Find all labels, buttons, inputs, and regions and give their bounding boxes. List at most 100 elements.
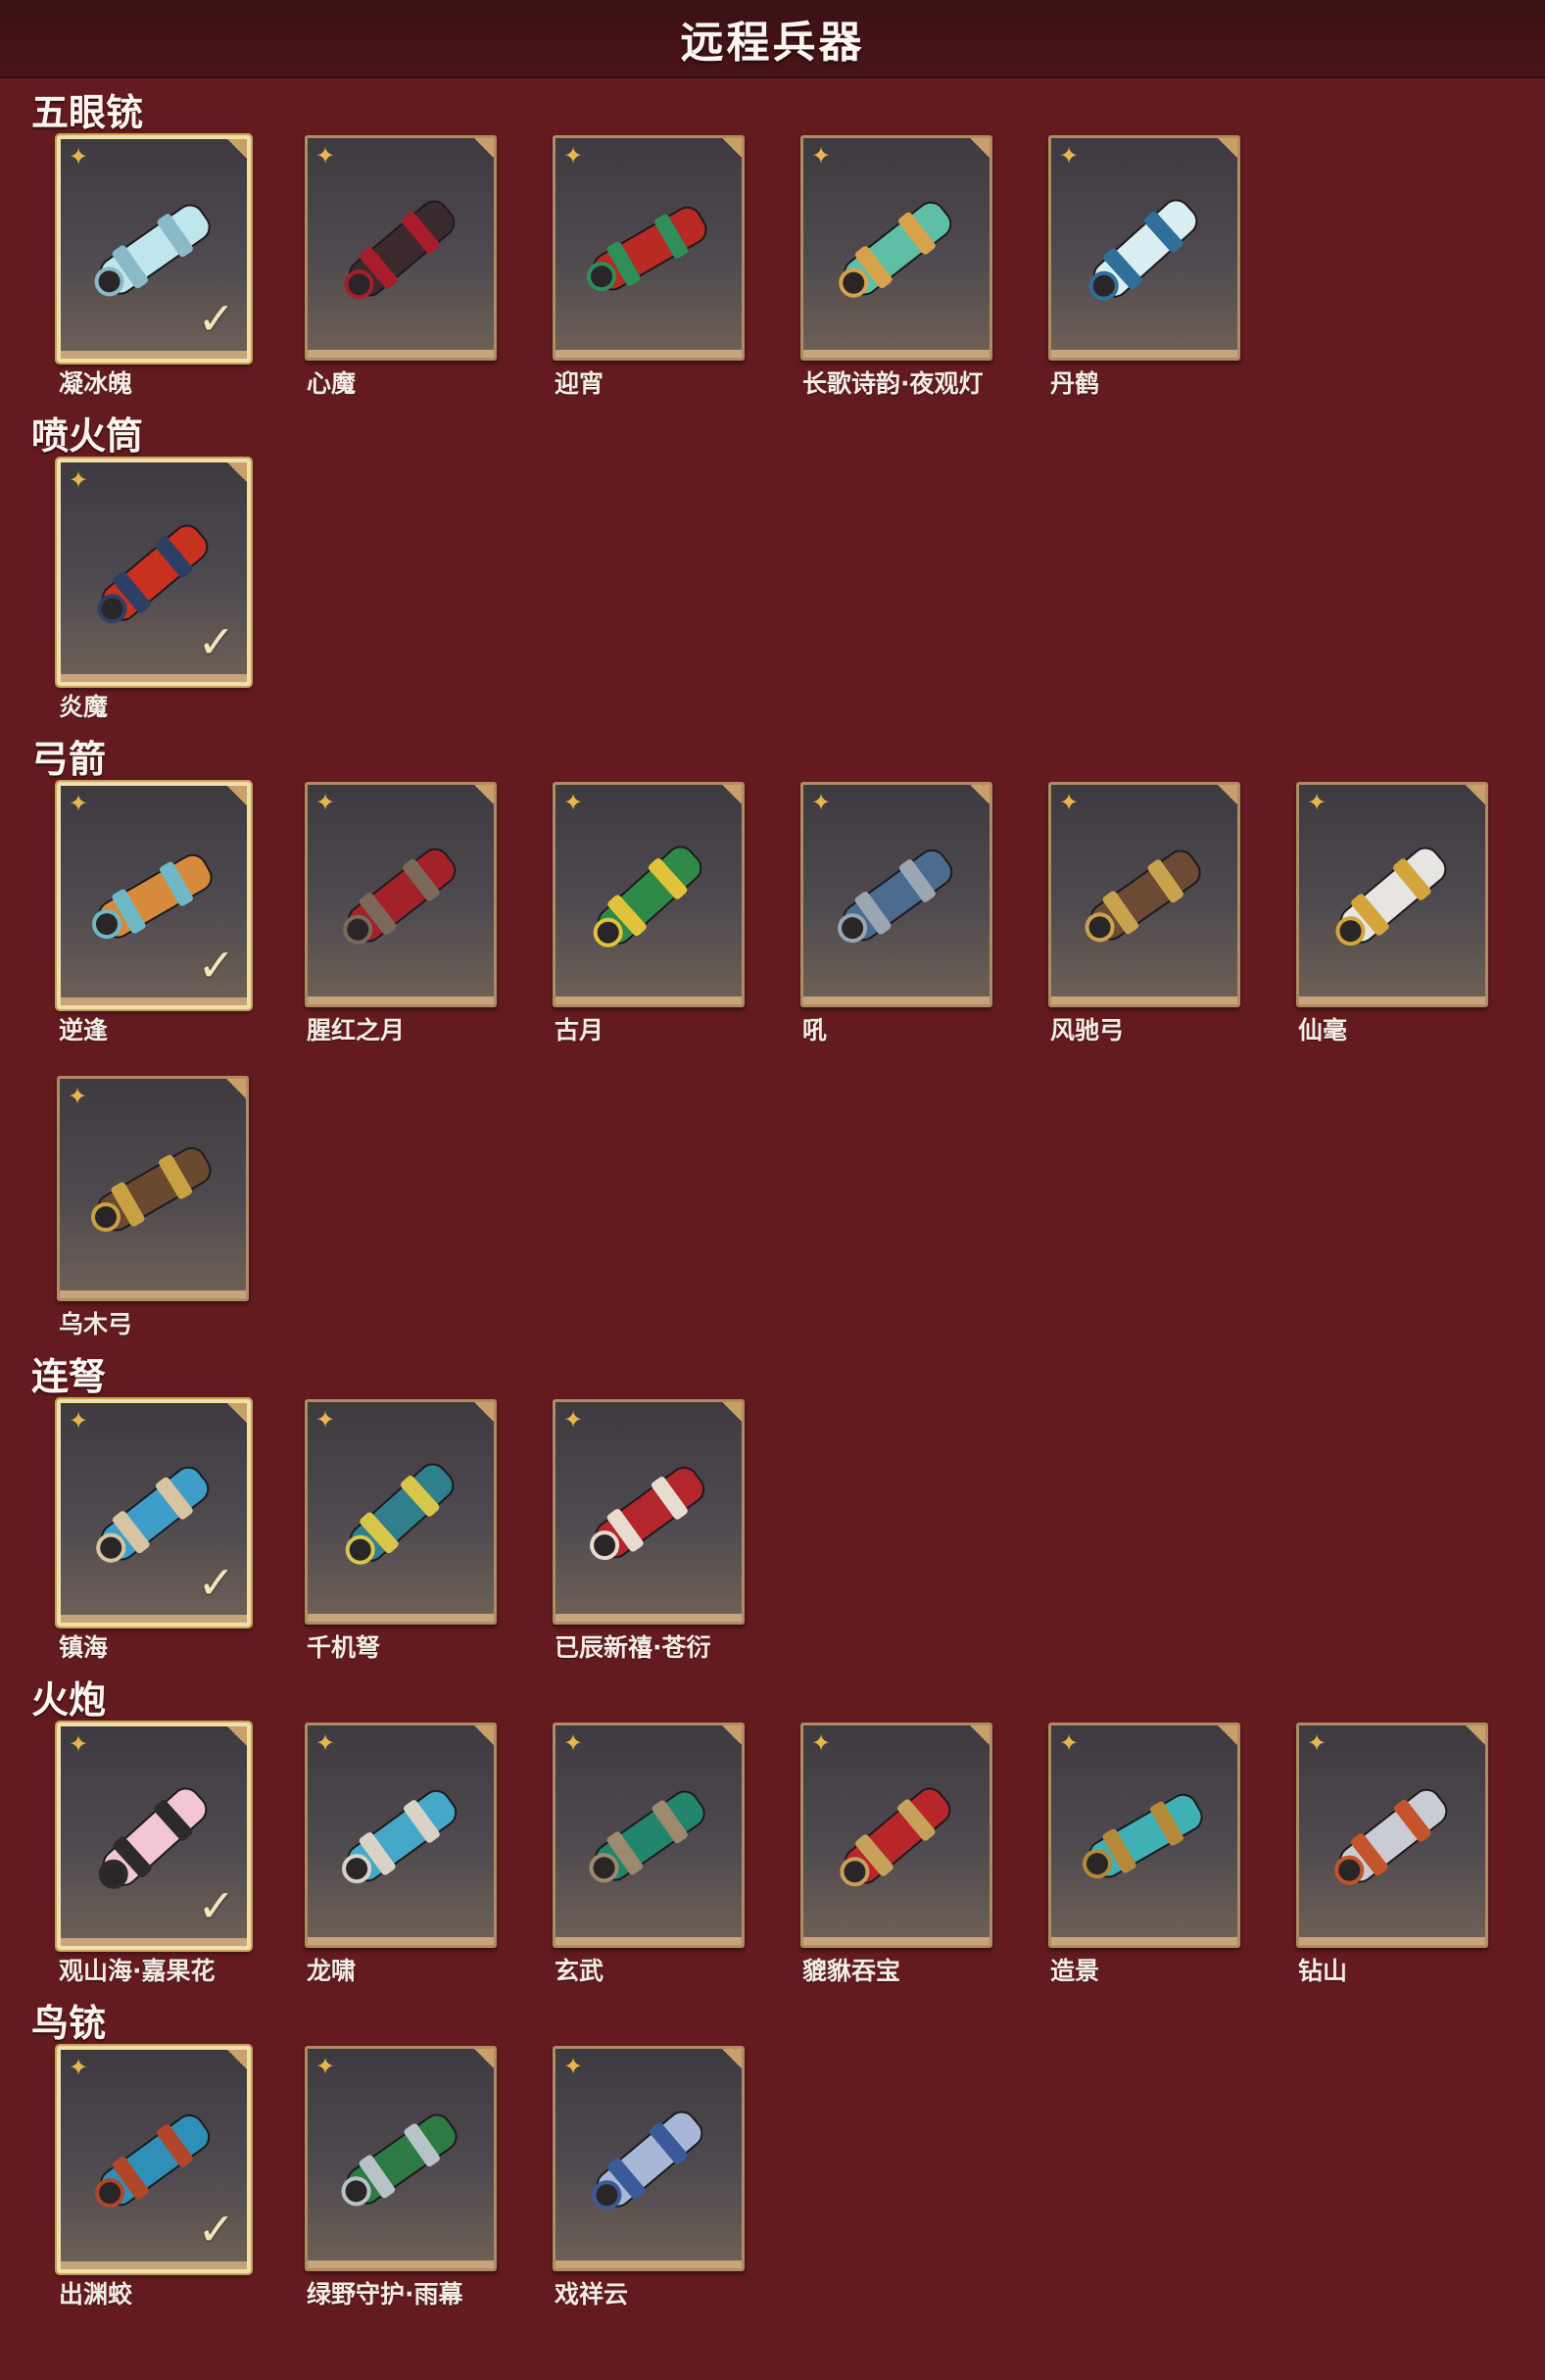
weapon-card[interactable]: ✦ <box>553 135 745 361</box>
checkmark-icon: ✓ <box>197 1556 235 1609</box>
weapon-card[interactable]: ✦ <box>1048 135 1240 361</box>
weapon-item[interactable]: ✦ 玄武 <box>553 1723 745 1985</box>
weapon-card[interactable]: ✦ <box>57 1076 249 1301</box>
weapon-name: 腥红之月 <box>307 1016 406 1044</box>
weapon-card[interactable]: ✦ <box>1048 782 1240 1007</box>
weapon-card[interactable]: ✦ <box>305 2046 497 2271</box>
weapon-item[interactable]: ✦ ✓ 逆逢 <box>57 782 251 1044</box>
rarity-star-icon: ✦ <box>69 1730 89 1758</box>
weapon-name: 吼 <box>802 1016 828 1044</box>
corner-fold-icon <box>474 785 494 804</box>
weapon-item[interactable]: ✦ 迎宵 <box>553 135 745 398</box>
corner-fold-icon <box>1218 138 1237 158</box>
rarity-star-icon: ✦ <box>563 2053 584 2080</box>
weapon-art <box>342 1789 458 1884</box>
rarity-star-icon: ✦ <box>315 789 336 816</box>
section-title: 鸟铳 <box>31 2002 107 2045</box>
weapon-card[interactable]: ✦ <box>305 782 497 1007</box>
weapon-item[interactable]: ✦ ✓ 炎魔 <box>57 459 251 721</box>
corner-fold-icon <box>474 1725 494 1745</box>
weapon-name: 炎魔 <box>59 693 109 721</box>
weapon-art <box>838 849 953 944</box>
corner-fold-icon <box>970 785 990 804</box>
weapon-item[interactable]: ✦ ✓ 镇海 <box>57 1399 251 1662</box>
weapon-card[interactable]: ✦ <box>1296 1723 1488 1948</box>
rarity-star-icon: ✦ <box>68 1083 88 1110</box>
rarity-star-icon: ✦ <box>1059 789 1080 816</box>
weapon-art <box>840 1787 951 1887</box>
weapon-item[interactable]: ✦ 造景 <box>1048 1723 1240 1985</box>
weapon-item[interactable]: ✦ 绿野守护·雨幕 <box>305 2046 497 2308</box>
weapon-name: 长歌诗韵·夜观灯 <box>802 369 984 398</box>
weapon-card[interactable]: ✦ <box>305 1399 497 1625</box>
weapon-item[interactable]: ✦ 钻山 <box>1296 1723 1488 1985</box>
weapon-art <box>592 2111 703 2210</box>
weapon-card[interactable]: ✦ <box>1296 782 1488 1007</box>
weapon-card[interactable]: ✦ ✓ <box>57 459 251 686</box>
weapon-name: 玄武 <box>555 1957 604 1985</box>
corner-fold-icon <box>722 1725 742 1745</box>
checkmark-icon: ✓ <box>197 292 235 345</box>
weapon-card[interactable]: ✦ ✓ <box>57 782 251 1009</box>
weapon-item[interactable]: ✦ 腥红之月 <box>305 782 497 1044</box>
weapon-name: 逆逢 <box>59 1016 109 1044</box>
weapon-item[interactable]: ✦ 戏祥云 <box>553 2046 745 2308</box>
weapon-item[interactable]: ✦ ✓ 观山海·嘉果花 <box>57 1723 251 1985</box>
rarity-star-icon: ✦ <box>1059 1729 1080 1757</box>
corner-fold-icon <box>970 138 990 158</box>
weapon-item[interactable]: ✦ 乌木弓 <box>57 1076 249 1338</box>
weapon-art <box>345 1463 455 1565</box>
weapon-item[interactable]: ✦ 已辰新禧·苍衍 <box>553 1399 745 1662</box>
section-title: 五眼铳 <box>31 91 144 134</box>
weapon-name: 造景 <box>1050 1957 1100 1985</box>
weapon-name: 镇海 <box>59 1633 109 1662</box>
weapon-card[interactable]: ✦ <box>553 1399 745 1625</box>
weapon-item[interactable]: ✦ 貔貅吞宝 <box>800 1723 992 1985</box>
weapon-card[interactable]: ✦ ✓ <box>57 135 251 363</box>
weapon-card[interactable]: ✦ <box>553 782 745 1007</box>
corner-fold-icon <box>474 2049 494 2068</box>
weapon-item[interactable]: ✦ 古月 <box>553 782 745 1044</box>
weapon-name: 古月 <box>555 1016 604 1044</box>
weapon-card[interactable]: ✦ <box>800 782 992 1007</box>
corner-fold-icon <box>1466 1725 1485 1745</box>
weapon-name: 丹鹤 <box>1050 369 1100 398</box>
weapon-name: 龙啸 <box>307 1957 357 1985</box>
corner-fold-icon <box>227 462 247 482</box>
rarity-star-icon: ✦ <box>315 1729 336 1757</box>
weapon-art <box>1083 1793 1203 1879</box>
weapon-item[interactable]: ✦ ✓ 凝冰魄 <box>57 135 251 398</box>
rarity-star-icon: ✦ <box>315 2053 336 2080</box>
weapon-card[interactable]: ✦ <box>305 1723 497 1948</box>
corner-fold-icon <box>722 138 742 158</box>
corner-fold-icon <box>722 2049 742 2068</box>
weapon-card[interactable]: ✦ <box>800 135 992 361</box>
weapon-card[interactable]: ✦ <box>305 135 497 361</box>
weapon-item[interactable]: ✦ 丹鹤 <box>1048 135 1240 398</box>
weapon-item[interactable]: ✦ 仙毫 <box>1296 782 1488 1044</box>
weapon-item[interactable]: ✦ 风驰弓 <box>1048 782 1240 1044</box>
title-bar: 远程兵器 <box>0 0 1545 78</box>
weapon-card[interactable]: ✦ <box>1048 1723 1240 1948</box>
weapon-item[interactable]: ✦ 心魔 <box>305 135 497 398</box>
corner-fold-icon <box>227 1403 247 1423</box>
weapon-card[interactable]: ✦ ✓ <box>57 1723 251 1950</box>
weapon-item[interactable]: ✦ 吼 <box>800 782 992 1044</box>
weapon-card[interactable]: ✦ ✓ <box>57 2046 251 2273</box>
rarity-star-icon: ✦ <box>1307 789 1328 816</box>
weapon-item[interactable]: ✦ 千机弩 <box>305 1399 497 1662</box>
weapon-card[interactable]: ✦ <box>800 1723 992 1948</box>
weapon-item[interactable]: ✦ ✓ 出渊蛟 <box>57 2046 251 2308</box>
weapon-item[interactable]: ✦ 长歌诗韵·夜观灯 <box>800 135 992 398</box>
weapon-art <box>1334 1788 1448 1885</box>
weapon-name: 千机弩 <box>307 1633 381 1662</box>
weapon-card[interactable]: ✦ <box>553 1723 745 1948</box>
weapon-art <box>1085 850 1201 943</box>
weapon-item[interactable]: ✦ 龙啸 <box>305 1723 497 1985</box>
weapon-card[interactable]: ✦ ✓ <box>57 1399 251 1627</box>
checkmark-icon: ✓ <box>197 1879 235 1932</box>
rarity-star-icon: ✦ <box>563 142 584 170</box>
section-title: 喷火筒 <box>31 414 144 458</box>
weapon-card[interactable]: ✦ <box>553 2046 745 2271</box>
corner-fold-icon <box>227 2050 247 2069</box>
